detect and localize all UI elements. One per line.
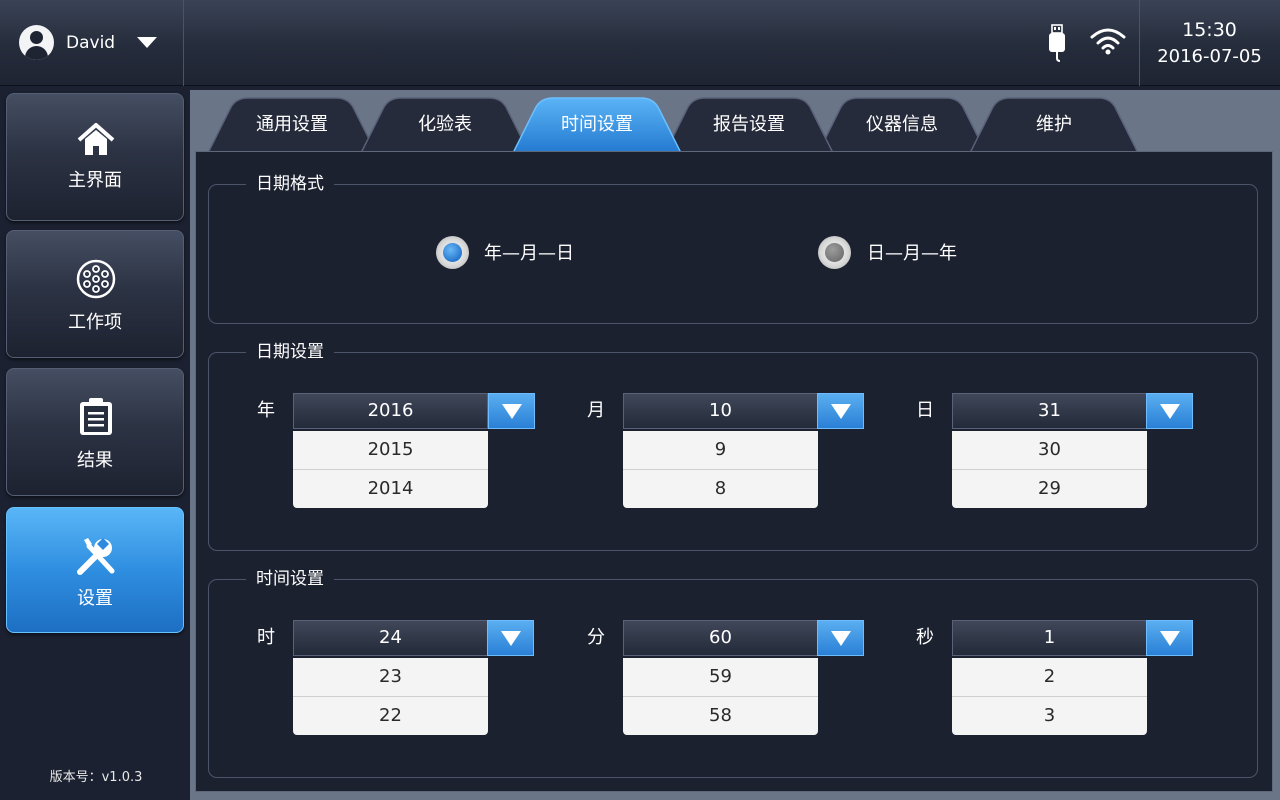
hour-option[interactable]: 23	[293, 658, 488, 696]
year-label: 年	[257, 400, 275, 421]
minute-dropdown-button[interactable]	[817, 620, 864, 656]
minute-options: 59 58	[623, 658, 818, 735]
tab-general[interactable]: 通用设置	[208, 97, 376, 153]
minute-option[interactable]: 58	[623, 696, 818, 735]
chevron-down-icon	[831, 631, 851, 646]
chevron-down-icon	[831, 404, 851, 419]
tools-icon	[77, 538, 115, 575]
year-select[interactable]: 2016	[293, 393, 488, 429]
chevron-down-icon	[502, 404, 522, 419]
day-select[interactable]: 31	[952, 393, 1147, 429]
minute-select[interactable]: 60	[623, 620, 818, 656]
sample-tray-icon	[76, 259, 116, 299]
hour-options: 23 22	[293, 658, 488, 735]
second-option[interactable]: 2	[952, 658, 1147, 696]
chevron-down-icon[interactable]	[137, 37, 157, 48]
time-settings-title: 时间设置	[246, 567, 334, 591]
sidebar-item-label: 工作项	[68, 312, 122, 333]
year-options: 2015 2014	[293, 431, 488, 508]
year-dropdown-button[interactable]	[488, 393, 535, 429]
radio-dmy-label[interactable]: 日—月—年	[867, 242, 957, 266]
second-select[interactable]: 1	[952, 620, 1147, 656]
tab-maintenance[interactable]: 维护	[970, 97, 1138, 153]
day-option[interactable]: 30	[952, 431, 1147, 469]
year-option[interactable]: 2015	[293, 431, 488, 469]
minute-option[interactable]: 59	[623, 658, 818, 696]
hour-dropdown-button[interactable]	[487, 620, 534, 656]
hour-label: 时	[257, 627, 275, 648]
sidebar-item-home[interactable]: 主界面	[6, 93, 184, 221]
tab-label: 通用设置	[256, 114, 328, 135]
username[interactable]: David	[66, 31, 115, 55]
minute-label: 分	[587, 627, 605, 648]
hour-option[interactable]: 22	[293, 696, 488, 735]
month-select[interactable]: 10	[623, 393, 818, 429]
chevron-down-icon	[1160, 631, 1180, 646]
chevron-down-icon	[501, 631, 521, 646]
date-settings-title: 日期设置	[246, 340, 334, 364]
clipboard-icon	[80, 398, 112, 435]
wifi-icon	[1090, 28, 1126, 55]
radio-dmy[interactable]	[818, 236, 851, 269]
day-label: 日	[916, 400, 934, 421]
second-label: 秒	[916, 627, 934, 648]
tab-report-settings[interactable]: 报告设置	[665, 97, 833, 153]
month-option[interactable]: 8	[623, 469, 818, 508]
radio-ymd[interactable]	[436, 236, 469, 269]
usb-icon	[1049, 24, 1065, 62]
year-option[interactable]: 2014	[293, 469, 488, 508]
month-dropdown-button[interactable]	[817, 393, 864, 429]
sidebar-item-label: 结果	[77, 450, 113, 471]
tab-label: 维护	[1036, 114, 1072, 135]
clock-panel	[1139, 0, 1280, 86]
day-options: 30 29	[952, 431, 1147, 508]
sidebar-item-label: 主界面	[68, 170, 122, 191]
month-label: 月	[587, 400, 605, 421]
day-dropdown-button[interactable]	[1146, 393, 1193, 429]
sidebar-item-results[interactable]: 结果	[6, 368, 184, 496]
second-dropdown-button[interactable]	[1146, 620, 1193, 656]
sidebar-item-label: 设置	[77, 588, 113, 609]
month-options: 9 8	[623, 431, 818, 508]
date-format-group	[208, 184, 1258, 324]
sidebar-item-settings[interactable]: 设置	[6, 507, 184, 633]
second-options: 2 3	[952, 658, 1147, 735]
second-option[interactable]: 3	[952, 696, 1147, 735]
tab-test-table[interactable]: 化验表	[361, 97, 529, 153]
tab-label: 时间设置	[561, 114, 633, 135]
date-format-title: 日期格式	[246, 172, 334, 196]
clock-date: 2016-07-05	[1157, 46, 1262, 67]
tab-label: 报告设置	[713, 114, 785, 135]
hour-select[interactable]: 24	[293, 620, 488, 656]
tab-label: 化验表	[418, 114, 472, 135]
user-avatar-icon[interactable]	[19, 25, 54, 60]
top-bar	[0, 0, 1280, 86]
version-label: 版本号：v1.0.3	[49, 770, 143, 785]
chevron-down-icon	[1160, 404, 1180, 419]
home-icon	[77, 123, 115, 155]
tab-time-settings[interactable]: 时间设置	[513, 97, 681, 153]
tab-instrument-info[interactable]: 仪器信息	[818, 97, 986, 153]
radio-ymd-label[interactable]: 年—月—日	[484, 242, 574, 266]
sidebar-item-work[interactable]: 工作项	[6, 230, 184, 358]
tab-label: 仪器信息	[866, 114, 938, 135]
month-option[interactable]: 9	[623, 431, 818, 469]
clock-time: 15:30	[1182, 19, 1237, 41]
day-option[interactable]: 29	[952, 469, 1147, 508]
